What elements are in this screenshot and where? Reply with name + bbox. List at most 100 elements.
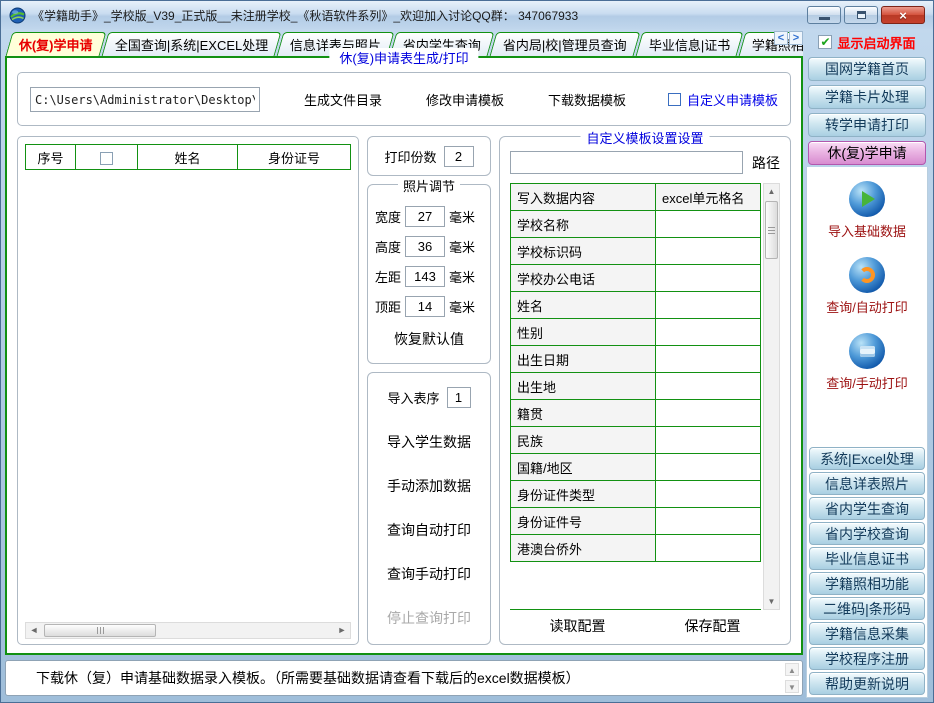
import-base-data-label: 导入基础数据 — [828, 221, 906, 240]
config-header-row: 写入数据内容 excel单元格名 — [511, 184, 761, 211]
custom-template-title: 自定义模板设置设置 — [580, 128, 709, 147]
tab-scroll-right-icon[interactable]: > — [789, 31, 803, 45]
config-row: 出生地 — [511, 373, 761, 400]
custom-template-checkbox-box[interactable] — [668, 93, 681, 106]
student-table: 序号 姓名 身份证号 — [25, 144, 351, 170]
sidebar-item-system-excel[interactable]: 系统|Excel处理 — [809, 447, 925, 470]
config-row: 港澳台侨外 — [511, 535, 761, 562]
config-table-viewport: 写入数据内容 excel单元格名 学校名称 学校标识码 学校办公电话 姓名 性别… — [510, 183, 761, 610]
config-cell-input[interactable] — [656, 400, 761, 427]
config-cell-input[interactable] — [656, 238, 761, 265]
sidebar-item-info-collection[interactable]: 学籍信息采集 — [809, 622, 925, 645]
manual-add-data-button[interactable]: 手动添加数据 — [374, 476, 484, 496]
generate-directory-button[interactable]: 生成文件目录 — [304, 90, 382, 109]
config-cell-input[interactable] — [656, 481, 761, 508]
config-cell-input[interactable] — [656, 427, 761, 454]
config-cell-input[interactable] — [656, 508, 761, 535]
hscroll-left-icon[interactable]: ◄ — [26, 623, 42, 638]
config-row: 身份证件号 — [511, 508, 761, 535]
config-cell-input[interactable] — [656, 454, 761, 481]
vscroll-up-icon[interactable]: ▲ — [768, 184, 776, 199]
student-table-hscrollbar[interactable]: ◄ ► — [25, 622, 351, 639]
note-scroll-up-icon[interactable]: ▲ — [785, 663, 799, 676]
hscroll-right-icon[interactable]: ► — [334, 623, 350, 638]
sidebar-item-school-register[interactable]: 学校程序注册 — [809, 647, 925, 670]
photo-width-input[interactable] — [405, 206, 445, 227]
config-cell-input[interactable] — [656, 292, 761, 319]
import-sheet-input[interactable] — [447, 387, 471, 408]
template-path-input[interactable] — [510, 151, 743, 174]
output-path-input[interactable] — [30, 87, 260, 112]
config-table-vscrollbar[interactable]: ▲ ▼ — [763, 183, 780, 610]
photo-adjust-title: 照片调节 — [398, 176, 460, 195]
import-base-data-action[interactable]: 导入基础数据 — [828, 181, 906, 240]
restore-defaults-button[interactable]: 恢复默认值 — [375, 329, 483, 349]
tab-graduation-cert[interactable]: 毕业信息|证书 — [635, 32, 743, 56]
tab-national-query[interactable]: 全国查询|系统|EXCEL处理 — [101, 32, 281, 56]
query-manual-print-label: 查询/手动打印 — [826, 373, 908, 392]
stop-query-print-button[interactable]: 停止查询打印 — [374, 608, 484, 628]
photo-top-row: 顶距 毫米 — [375, 296, 483, 317]
vscroll-down-icon[interactable]: ▼ — [768, 594, 776, 609]
print-copies-input[interactable] — [444, 146, 474, 167]
title-bar: 《学籍助手》_学校版_V39_正式版__未注册学校_《秋语软件系列》_欢迎加入讨… — [1, 1, 933, 29]
photo-height-label: 高度 — [375, 237, 401, 256]
photo-top-input[interactable] — [405, 296, 445, 317]
config-cell-input[interactable] — [656, 319, 761, 346]
query-manual-print-action[interactable]: 查询/手动打印 — [826, 333, 908, 392]
config-cell-input[interactable] — [656, 535, 761, 562]
sidebar-item-province-student-query[interactable]: 省内学生查询 — [809, 497, 925, 520]
import-sheet-label: 导入表序 — [387, 388, 439, 407]
sidebar-item-national-homepage[interactable]: 国网学籍首页 — [808, 57, 926, 81]
save-config-button[interactable]: 保存配置 — [645, 616, 780, 636]
import-student-data-button[interactable]: 导入学生数据 — [374, 432, 484, 452]
close-icon: × — [899, 9, 907, 22]
select-all-checkbox[interactable] — [100, 152, 113, 165]
config-buttons-row: 读取配置 保存配置 — [510, 610, 780, 642]
hscroll-thumb[interactable] — [44, 624, 156, 637]
sidebar-item-leave-application-active[interactable]: 休(复)学申请 — [808, 141, 926, 165]
sidebar-item-province-school-query[interactable]: 省内学校查询 — [809, 522, 925, 545]
sidebar-item-info-detail-photo[interactable]: 信息详表照片 — [809, 472, 925, 495]
col-id-number: 身份证号 — [238, 145, 351, 170]
window-controls: × — [807, 6, 925, 24]
config-col1-header: 写入数据内容 — [511, 184, 656, 211]
photo-left-label: 左距 — [375, 267, 401, 286]
show-startup-checkbox[interactable]: ✔ 显示启动界面 — [805, 29, 929, 55]
maximize-icon — [857, 11, 866, 19]
query-auto-print-action[interactable]: 查询/自动打印 — [826, 257, 908, 316]
photo-left-row: 左距 毫米 — [375, 266, 483, 287]
photo-height-input[interactable] — [405, 236, 445, 257]
download-template-button[interactable]: 下载数据模板 — [548, 90, 626, 109]
sidebar-item-help-update[interactable]: 帮助更新说明 — [809, 672, 925, 695]
config-row: 国籍/地区 — [511, 454, 761, 481]
config-cell-input[interactable] — [656, 346, 761, 373]
modify-template-button[interactable]: 修改申请模板 — [426, 90, 504, 109]
custom-template-checkbox[interactable]: 自定义申请模板 — [668, 90, 778, 109]
close-button[interactable]: × — [881, 6, 925, 24]
query-auto-print-button[interactable]: 查询自动打印 — [374, 520, 484, 540]
sidebar-item-qrcode-barcode[interactable]: 二维码|条形码 — [809, 597, 925, 620]
tab-province-admin-query[interactable]: 省内局|校|管理员查询 — [490, 32, 641, 56]
photo-left-input[interactable] — [405, 266, 445, 287]
sidebar-item-card-processing[interactable]: 学籍卡片处理 — [808, 85, 926, 109]
config-cell-input[interactable] — [656, 373, 761, 400]
query-auto-print-label: 查询/自动打印 — [826, 297, 908, 316]
sidebar-item-photo-function[interactable]: 学籍照相功能 — [809, 572, 925, 595]
maximize-button[interactable] — [844, 6, 878, 24]
config-cell-input[interactable] — [656, 211, 761, 238]
note-scroll-down-icon[interactable]: ▼ — [785, 680, 799, 693]
query-manual-print-button[interactable]: 查询手动打印 — [374, 564, 484, 584]
sidebar-item-graduation-cert[interactable]: 毕业信息证书 — [809, 547, 925, 570]
tab-leave-application[interactable]: 休(复)学申请 — [6, 32, 107, 56]
import-sheet-row: 导入表序 — [374, 387, 484, 408]
tab-scroll-left-icon[interactable]: < — [774, 31, 788, 45]
student-list-panel: 序号 姓名 身份证号 ◄ ► — [17, 136, 359, 645]
read-config-button[interactable]: 读取配置 — [510, 616, 645, 636]
show-startup-checkbox-box[interactable]: ✔ — [818, 35, 832, 49]
sidebar-item-transfer-print[interactable]: 转学申请打印 — [808, 113, 926, 137]
window-title: 《学籍助手》_学校版_V39_正式版__未注册学校_《秋语软件系列》_欢迎加入讨… — [32, 7, 801, 24]
minimize-button[interactable] — [807, 6, 841, 24]
config-cell-input[interactable] — [656, 265, 761, 292]
vscroll-thumb[interactable] — [765, 201, 778, 259]
